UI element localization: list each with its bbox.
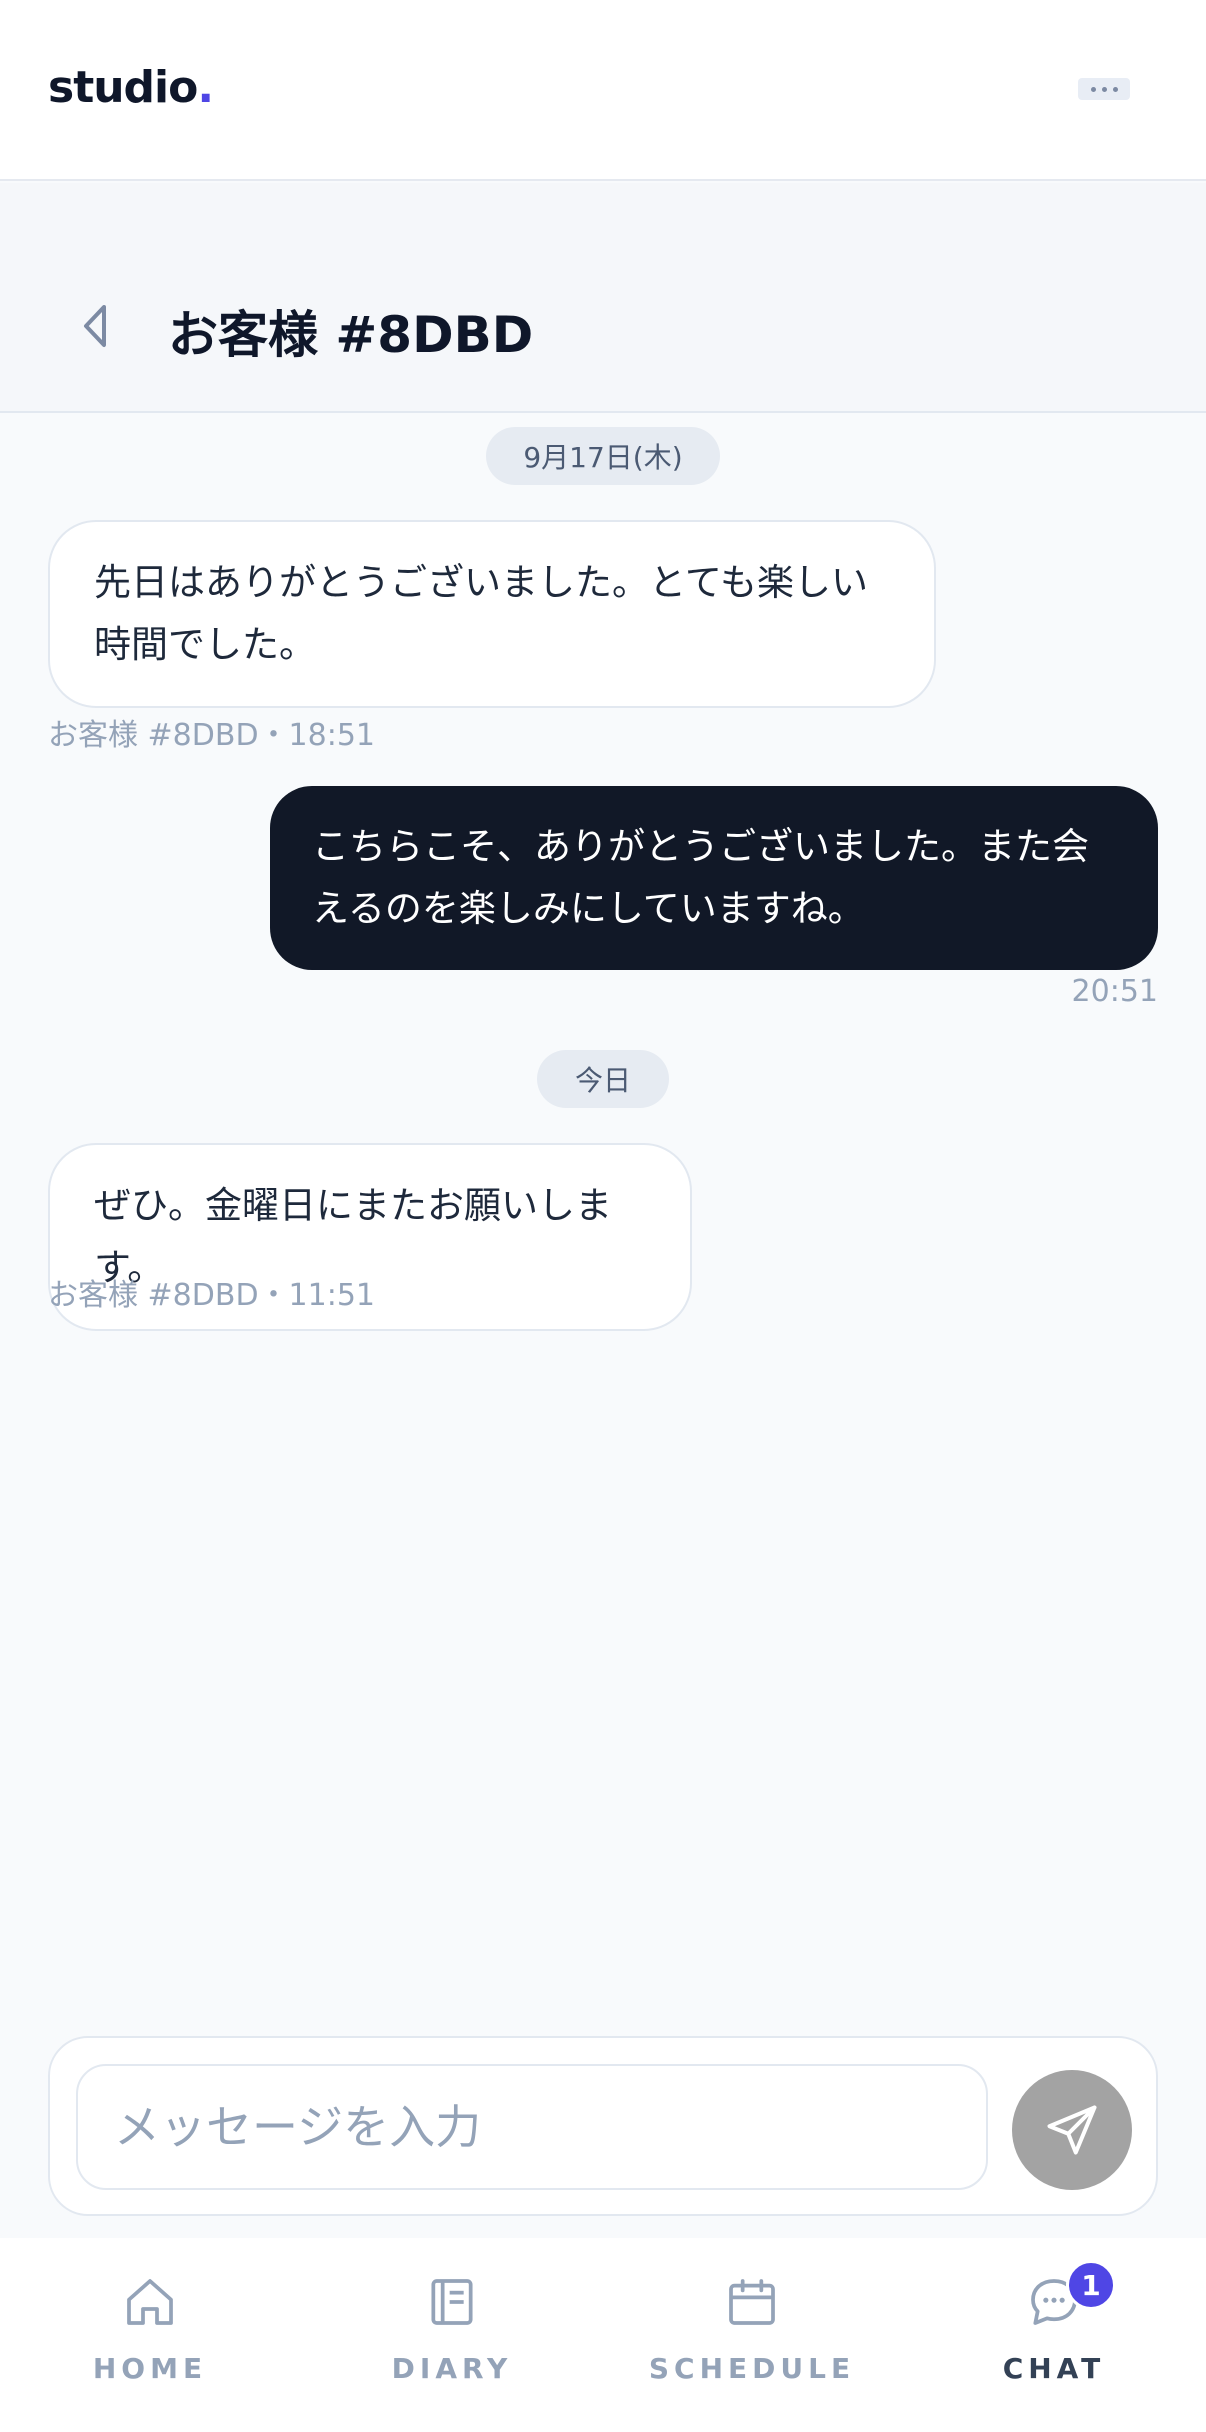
nav-label: CHAT <box>1002 2352 1106 2385</box>
unread-badge: 1 <box>1066 2260 1116 2310</box>
conversation-title: お客様 #8DBD <box>168 306 534 364</box>
message-input[interactable] <box>76 2064 988 2190</box>
logo-dot: . <box>197 62 214 113</box>
date-label: 9月17日(木) <box>523 441 683 474</box>
message-meta: 20:51 <box>1071 974 1158 1009</box>
more-menu-button[interactable] <box>1078 78 1130 100</box>
nav-item-home[interactable]: HOME <box>20 2238 280 2432</box>
home-icon <box>122 2274 178 2330</box>
nav-label: DIARY <box>391 2352 513 2385</box>
date-divider: 9月17日(木) <box>486 427 720 485</box>
bottom-navigation: HOME DIARY SCHEDULE 1 CHAT <box>0 2238 1206 2432</box>
nav-item-diary[interactable]: DIARY <box>322 2238 582 2432</box>
date-label: 今日 <box>574 1064 631 1097</box>
nav-label: HOME <box>92 2352 208 2385</box>
nav-item-schedule[interactable]: SCHEDULE <box>622 2238 882 2432</box>
message-composer <box>48 2036 1158 2216</box>
logo-text: studio <box>48 62 198 113</box>
calendar-icon <box>724 2274 780 2330</box>
back-button[interactable] <box>78 301 112 351</box>
message-text: こちらこそ、ありがとうございました。また会えるのを楽しみにしていますね。 <box>312 825 1089 930</box>
message-meta: お客様 #8DBD・11:51 <box>48 1278 375 1313</box>
more-dot-icon <box>1090 86 1096 92</box>
conversation-header: お客様 #8DBD <box>0 183 1206 413</box>
more-dot-icon <box>1101 86 1107 92</box>
message-text: 先日はありがとうございました。とても楽しい時間でした。 <box>94 561 869 666</box>
more-dot-icon <box>1112 86 1118 92</box>
top-app-bar: studio. <box>0 0 1206 181</box>
outgoing-message[interactable]: こちらこそ、ありがとうございました。また会えるのを楽しみにしていますね。 <box>270 786 1158 970</box>
nav-label: SCHEDULE <box>648 2352 856 2385</box>
incoming-message[interactable]: 先日はありがとうございました。とても楽しい時間でした。 <box>48 520 936 708</box>
chevron-left-icon <box>84 305 106 347</box>
app-logo[interactable]: studio. <box>48 62 214 113</box>
date-divider: 今日 <box>537 1050 669 1108</box>
message-meta: お客様 #8DBD・18:51 <box>48 718 375 753</box>
chat-icon: 1 <box>1026 2260 1116 2330</box>
send-button[interactable] <box>1012 2070 1132 2190</box>
send-icon <box>1047 2105 1097 2155</box>
diary-icon <box>424 2274 480 2330</box>
nav-item-chat[interactable]: 1 CHAT <box>924 2238 1184 2432</box>
